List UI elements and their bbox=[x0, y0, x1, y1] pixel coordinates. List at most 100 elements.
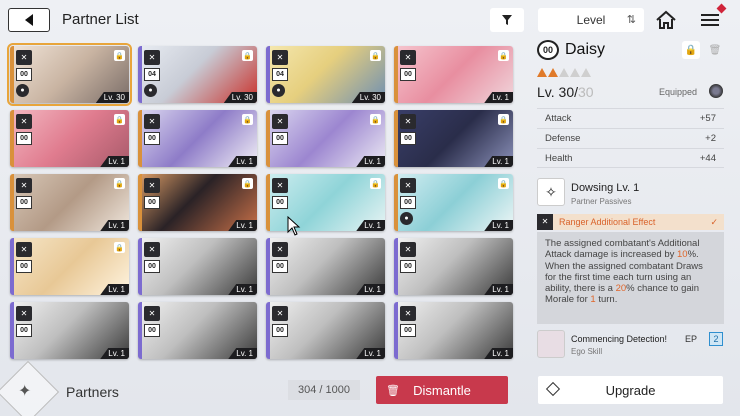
partner-card[interactable]: ✕ 00 Lv. 1 bbox=[266, 238, 385, 295]
card-number: 00 bbox=[400, 196, 416, 209]
partner-card[interactable]: ✕ 00 🔒 Lv. 1 bbox=[394, 110, 513, 167]
rarity-stripe bbox=[10, 110, 14, 167]
card-badges: ✕ 00 bbox=[144, 306, 162, 340]
partner-card[interactable]: ✕ 00 Lv. 1 bbox=[266, 302, 385, 359]
home-button[interactable] bbox=[654, 8, 678, 32]
partner-card[interactable]: ✕ 04 ● 🔒 Lv. 30 bbox=[266, 46, 385, 103]
lock-icon: 🔒 bbox=[242, 114, 253, 125]
card-number: 00 bbox=[272, 260, 288, 273]
class-icon: ✕ bbox=[144, 306, 160, 321]
card-badges: ✕ 00 ● bbox=[16, 50, 34, 97]
rarity-stripe bbox=[10, 174, 14, 231]
menu-button[interactable] bbox=[698, 3, 727, 32]
sort-dropdown[interactable]: Level ⇅ bbox=[538, 8, 644, 32]
partner-card[interactable]: ✕ 00 ● 🔒 Lv. 1 bbox=[394, 174, 513, 231]
lock-icon: 🔒 bbox=[242, 50, 253, 61]
partner-card[interactable]: ✕ 00 🔒 Lv. 1 bbox=[10, 174, 129, 231]
dismantle-button[interactable]: 🗑 Dismantle bbox=[376, 376, 508, 404]
filter-icon bbox=[502, 15, 512, 25]
lock-icon: 🔒 bbox=[114, 178, 125, 189]
star-filled-icon bbox=[548, 68, 558, 77]
skill-description: The assigned combatant's Additional Atta… bbox=[537, 232, 724, 324]
partner-card[interactable]: ✕ 00 Lv. 1 bbox=[138, 302, 257, 359]
partner-card[interactable]: ✕ 00 🔒 Lv. 1 bbox=[138, 174, 257, 231]
card-number: 00 bbox=[272, 324, 288, 337]
ego-skill[interactable]: Commencing Detection! Ego Skill EP 2 bbox=[537, 330, 724, 360]
card-number: 04 bbox=[272, 68, 288, 81]
partner-card[interactable]: ✕ 00 Lv. 1 bbox=[394, 302, 513, 359]
rarity-stripe bbox=[138, 110, 142, 167]
trash-icon[interactable]: 🗑 bbox=[706, 41, 724, 59]
equipped-partner-icon: ● bbox=[272, 84, 285, 97]
partner-card[interactable]: ✕ 00 ● 🔒 Lv. 30 bbox=[7, 43, 132, 106]
lock-icon: 🔒 bbox=[498, 50, 509, 61]
equipped-character-icon[interactable] bbox=[709, 84, 723, 98]
partner-count: 304 / 1000 bbox=[288, 380, 360, 400]
ego-skill-name: Commencing Detection! bbox=[571, 334, 668, 344]
equipped-label: Equipped bbox=[659, 87, 698, 97]
partner-card[interactable]: ✕ 00 🔒 Lv. 1 bbox=[394, 46, 513, 103]
class-icon: ✕ bbox=[144, 178, 160, 193]
sort-order-icon[interactable]: ⇅ bbox=[627, 13, 636, 26]
partner-card[interactable]: ✕ 04 ● 🔒 Lv. 30 bbox=[138, 46, 257, 103]
lock-icon: 🔒 bbox=[370, 178, 381, 189]
chevron-down-icon: ✓ bbox=[710, 217, 718, 227]
ranger-class-icon: ✕ bbox=[537, 214, 553, 230]
rarity-stripe bbox=[266, 46, 270, 103]
partner-card[interactable]: ✕ 00 🔒 Lv. 1 bbox=[266, 110, 385, 167]
card-badges: ✕ 00 bbox=[16, 178, 34, 212]
partner-card[interactable]: ✕ 00 🔒 Lv. 1 bbox=[10, 238, 129, 295]
card-badges: ✕ 04 ● bbox=[144, 50, 162, 97]
desc-text: turn. bbox=[595, 294, 618, 306]
class-icon: ✕ bbox=[400, 50, 416, 65]
lock-icon: 🔒 bbox=[114, 242, 125, 253]
partner-card[interactable]: ✕ 00 🔒 Lv. 1 bbox=[266, 174, 385, 231]
class-icon: ✕ bbox=[16, 306, 32, 321]
equipped-partner-icon: ● bbox=[400, 212, 413, 225]
card-number: 00 bbox=[16, 132, 32, 145]
class-icon: ✕ bbox=[16, 178, 32, 193]
partner-card[interactable]: ✕ 00 🔒 Lv. 1 bbox=[10, 110, 129, 167]
sort-label: Level bbox=[576, 13, 606, 27]
class-icon: ✕ bbox=[144, 114, 160, 129]
back-button[interactable] bbox=[8, 8, 50, 32]
stat-row: Defense +2 bbox=[537, 128, 724, 148]
class-icon: ✕ bbox=[16, 50, 32, 65]
lock-icon: 🔒 bbox=[498, 114, 509, 125]
upgrade-label: Upgrade bbox=[605, 382, 656, 398]
star-filled-icon bbox=[537, 68, 547, 77]
class-icon: ✕ bbox=[272, 178, 288, 193]
stat-label: Health bbox=[545, 152, 573, 164]
card-badges: ✕ 00 bbox=[144, 178, 162, 212]
lock-icon: 🔒 bbox=[242, 178, 253, 189]
lock-icon[interactable]: 🔒 bbox=[682, 41, 700, 59]
upgrade-button[interactable]: Upgrade bbox=[538, 376, 723, 404]
dowsing-skill-icon: ✧ bbox=[537, 178, 565, 206]
ep-value: 2 bbox=[709, 332, 723, 346]
filter-button[interactable] bbox=[490, 8, 524, 32]
card-badges: ✕ 04 ● bbox=[272, 50, 290, 97]
menu-icon bbox=[701, 14, 719, 26]
rarity-stripe bbox=[394, 302, 398, 359]
bottom-bar: ✦ Partners 304 / 1000 🗑 Dismantle Upgrad… bbox=[0, 360, 740, 416]
rarity-stripe bbox=[394, 174, 398, 231]
partner-card[interactable]: ✕ 00 Lv. 1 bbox=[10, 302, 129, 359]
class-icon: ✕ bbox=[272, 242, 288, 257]
card-number: 00 bbox=[16, 324, 32, 337]
lock-icon: 🔒 bbox=[114, 114, 125, 125]
ranger-effect-toggle[interactable]: ✕ Ranger Additional Effect ✓ bbox=[537, 214, 724, 230]
class-icon: ✕ bbox=[400, 178, 416, 193]
rarity-stripe bbox=[394, 110, 398, 167]
card-badges: ✕ 00 bbox=[16, 114, 34, 148]
partner-card[interactable]: ✕ 00 Lv. 1 bbox=[394, 238, 513, 295]
card-number: 04 bbox=[144, 68, 160, 81]
upgrade-diamond-icon bbox=[545, 381, 561, 397]
partner-card[interactable]: ✕ 00 🔒 Lv. 1 bbox=[138, 110, 257, 167]
rarity-stripe bbox=[394, 238, 398, 295]
mouse-cursor-icon bbox=[287, 216, 301, 236]
back-arrow-icon bbox=[25, 14, 33, 26]
ego-skill-icon bbox=[537, 330, 565, 358]
class-icon: ✕ bbox=[272, 114, 288, 129]
desc-highlight: 20 bbox=[615, 283, 627, 295]
partner-card[interactable]: ✕ 00 Lv. 1 bbox=[138, 238, 257, 295]
